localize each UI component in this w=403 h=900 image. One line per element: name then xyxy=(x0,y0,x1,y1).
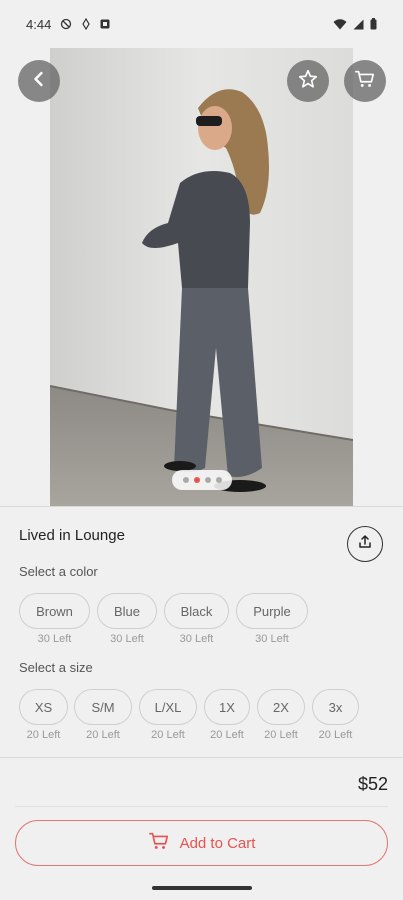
wifi-icon xyxy=(333,18,347,30)
divider xyxy=(15,806,388,807)
status-time: 4:44 xyxy=(26,16,52,32)
divider xyxy=(0,757,403,758)
stock-note: 20 Left xyxy=(318,729,353,741)
color-option-brown: Brown 30 Left xyxy=(19,593,90,645)
status-bar: 4:44 xyxy=(0,0,403,48)
size-option-sm: S/M 20 Left xyxy=(74,689,132,741)
chevron-left-icon xyxy=(29,69,49,94)
color-section-label: Select a color xyxy=(19,564,98,579)
carousel-indicator xyxy=(172,470,232,490)
size-pill[interactable]: 3x xyxy=(312,689,359,725)
product-screen: 4:44 Lived in Lounge Select a color Brow… xyxy=(0,0,403,900)
price: $52 xyxy=(357,774,388,794)
size-pill[interactable]: 1X xyxy=(204,689,250,725)
color-option-black: Black 30 Left xyxy=(164,593,229,645)
carousel-dot-active[interactable] xyxy=(193,477,200,483)
color-pill[interactable]: Brown xyxy=(19,593,90,629)
size-option-3x: 3x 20 Left xyxy=(312,689,359,741)
color-pill[interactable]: Blue xyxy=(97,593,157,629)
favorite-button[interactable] xyxy=(287,60,329,102)
product-image[interactable] xyxy=(50,48,353,506)
color-pill[interactable]: Purple xyxy=(236,593,308,629)
stock-note: 30 Left xyxy=(110,633,144,645)
stock-note: 20 Left xyxy=(26,729,61,741)
carousel-dot[interactable] xyxy=(204,477,211,483)
color-option-purple: Purple 30 Left xyxy=(236,593,308,645)
stock-note: 20 Left xyxy=(210,729,244,741)
size-pill[interactable]: S/M xyxy=(74,689,132,725)
cart-icon xyxy=(354,68,376,95)
back-button[interactable] xyxy=(18,60,60,102)
share-button[interactable] xyxy=(347,526,383,562)
stock-note: 30 Left xyxy=(255,633,289,645)
size-option-2x: 2X 20 Left xyxy=(257,689,305,741)
carousel-dot[interactable] xyxy=(182,477,189,483)
size-pill[interactable]: XS xyxy=(19,689,68,725)
stock-note: 30 Left xyxy=(179,633,214,645)
gesture-nav-handle[interactable] xyxy=(152,886,252,890)
data-saver-icon xyxy=(81,18,91,30)
dnd-icon xyxy=(60,18,72,30)
share-icon xyxy=(357,534,373,555)
size-pill[interactable]: L/XL xyxy=(139,689,197,725)
stock-note: 30 Left xyxy=(37,633,72,645)
cart-icon xyxy=(148,830,170,856)
stock-note: 20 Left xyxy=(151,729,185,741)
stock-note: 20 Left xyxy=(264,729,298,741)
add-to-cart-label: Add to Cart xyxy=(179,834,256,852)
size-pill[interactable]: 2X xyxy=(257,689,305,725)
battery-icon xyxy=(370,18,377,30)
color-pill[interactable]: Black xyxy=(164,593,229,629)
cart-button[interactable] xyxy=(344,60,386,102)
product-title: Lived in Lounge xyxy=(19,527,125,544)
star-outline-icon xyxy=(297,68,319,95)
carousel-dot[interactable] xyxy=(215,477,222,483)
size-option-lxl: L/XL 20 Left xyxy=(139,689,197,741)
stock-note: 20 Left xyxy=(86,729,120,741)
color-option-blue: Blue 30 Left xyxy=(97,593,157,645)
size-option-1x: 1X 20 Left xyxy=(204,689,250,741)
add-to-cart-button[interactable]: Add to Cart xyxy=(15,820,388,866)
signal-icon xyxy=(353,19,364,30)
notification-icon xyxy=(100,19,110,29)
divider xyxy=(0,506,403,507)
size-option-xs: XS 20 Left xyxy=(19,689,68,741)
size-section-label: Select a size xyxy=(19,660,93,675)
